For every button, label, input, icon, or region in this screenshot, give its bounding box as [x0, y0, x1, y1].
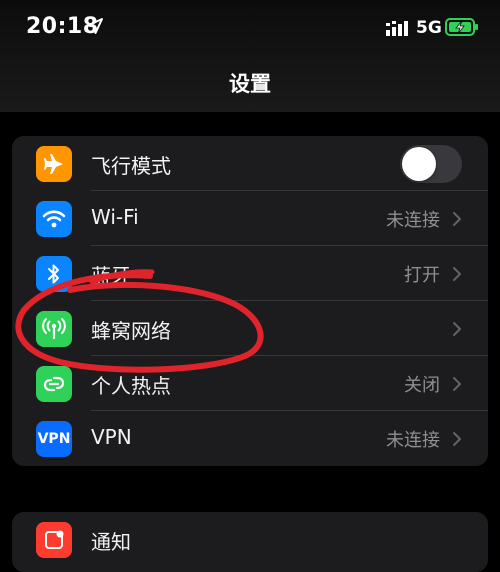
- setting-label: 通知: [91, 530, 131, 554]
- setting-value: 未连接: [386, 210, 440, 231]
- navigation-bar: 20:18 5G 设置: [0, 0, 500, 112]
- chevron-right-icon: [453, 212, 461, 226]
- network-type: 5G: [416, 18, 442, 38]
- notifications-icon: [36, 522, 72, 558]
- setting-label: Wi-Fi: [91, 205, 139, 229]
- page-title: 设置: [229, 72, 271, 96]
- airplane-icon: [36, 146, 72, 182]
- chevron-right-icon: [453, 267, 461, 281]
- setting-personal-hotspot[interactable]: 个人热点 关闭: [12, 356, 488, 411]
- bluetooth-icon: [36, 256, 72, 292]
- setting-label: VPN: [91, 425, 132, 449]
- setting-label: 个人热点: [91, 374, 171, 398]
- toggle-knob: [402, 147, 436, 181]
- setting-label: 蓝牙: [91, 264, 131, 288]
- setting-airplane-mode[interactable]: 飞行模式: [12, 136, 488, 191]
- signal-bars-icon: [386, 21, 408, 36]
- setting-label: 蜂窝网络: [91, 319, 171, 343]
- hotspot-icon: [36, 366, 72, 402]
- chevron-right-icon: [453, 377, 461, 391]
- setting-vpn[interactable]: VPN VPN 未连接: [12, 411, 488, 466]
- setting-value: 未连接: [386, 430, 440, 451]
- setting-cellular[interactable]: 蜂窝网络: [12, 301, 488, 356]
- settings-group-notifications: 通知: [12, 512, 488, 572]
- antenna-icon: [36, 311, 72, 347]
- vpn-icon-text: VPN: [37, 431, 71, 447]
- vpn-icon: VPN: [36, 421, 72, 457]
- battery-charging-icon: [445, 18, 478, 36]
- setting-value: 打开: [404, 265, 440, 286]
- chevron-right-icon: [453, 432, 461, 446]
- settings-group-connectivity: 飞行模式 Wi-Fi 未连接 蓝牙 打开 蜂窝网络 个人热点 关闭 VPN VP…: [12, 136, 488, 466]
- setting-label: 飞行模式: [91, 154, 171, 178]
- airplane-mode-toggle[interactable]: [400, 145, 462, 183]
- chevron-right-icon: [453, 322, 461, 336]
- setting-bluetooth[interactable]: 蓝牙 打开: [12, 246, 488, 301]
- location-arrow-icon: [87, 18, 103, 34]
- setting-notifications[interactable]: 通知: [12, 512, 488, 567]
- setting-value: 关闭: [404, 375, 440, 396]
- setting-wifi[interactable]: Wi-Fi 未连接: [12, 191, 488, 246]
- wifi-icon: [36, 201, 72, 237]
